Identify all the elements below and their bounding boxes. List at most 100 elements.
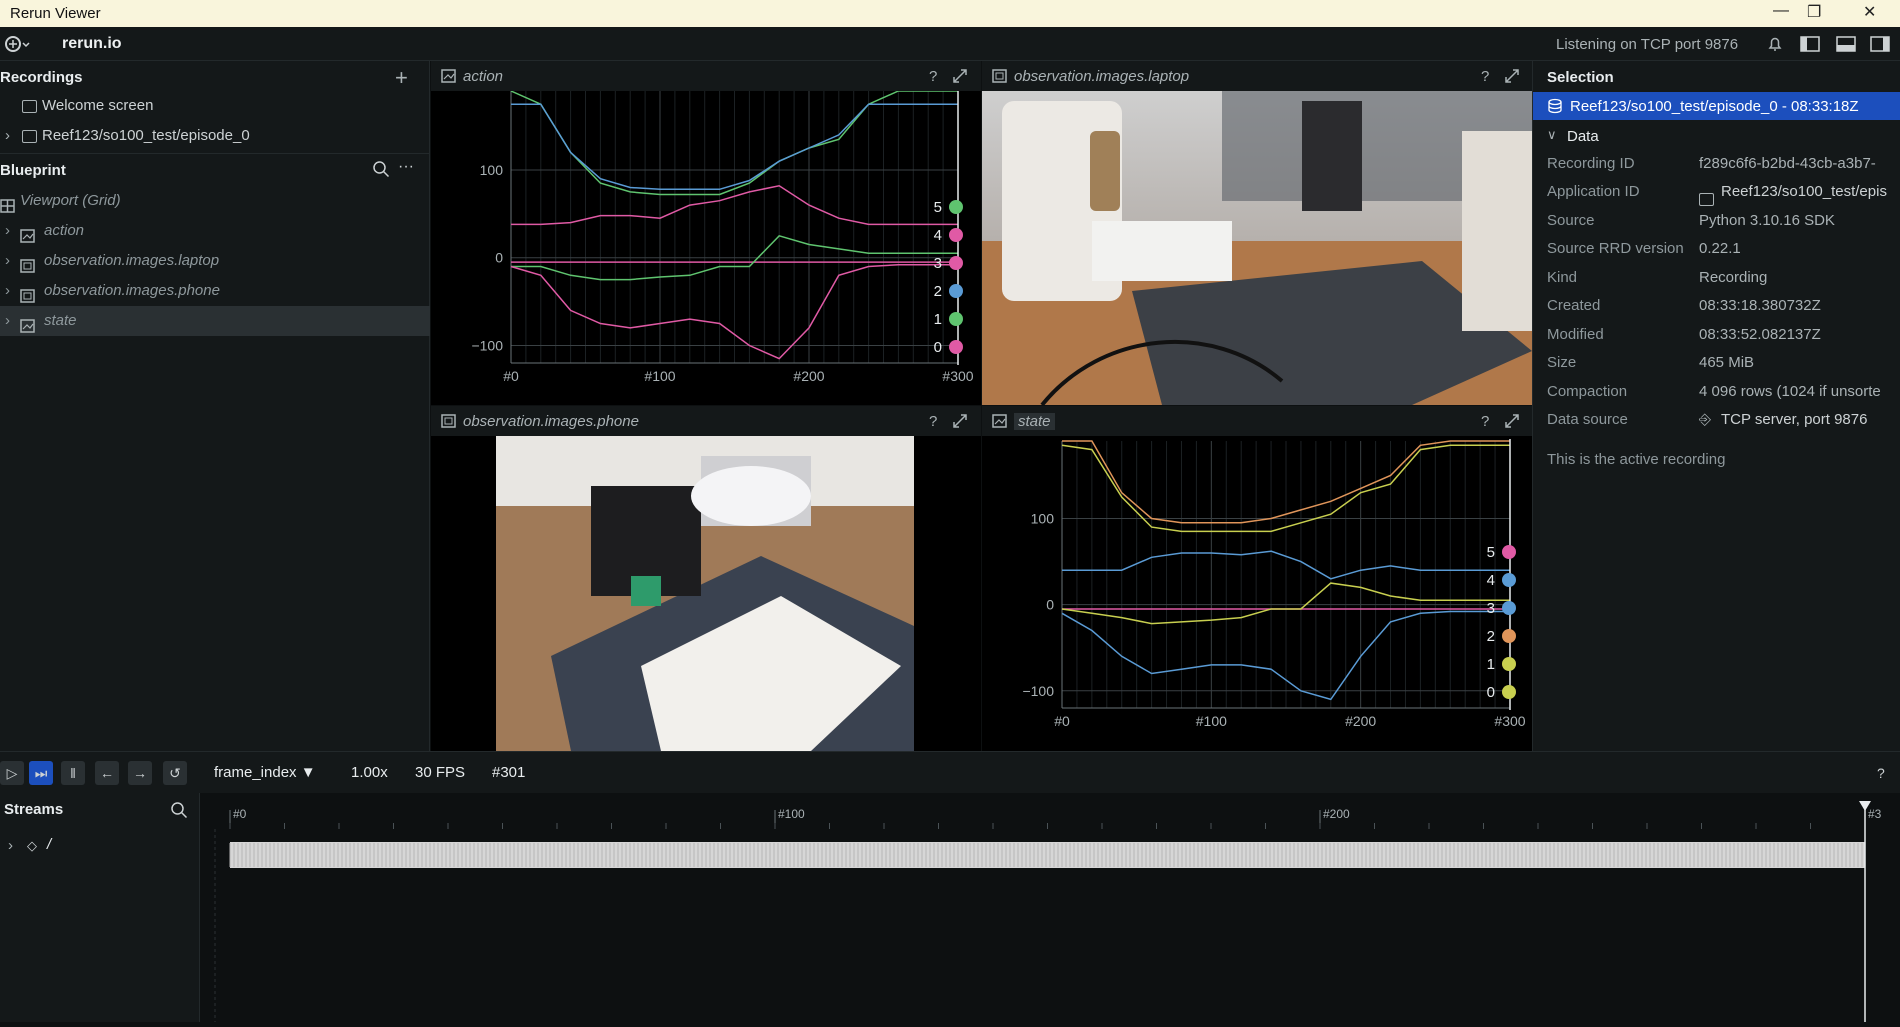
legend-dot-5 (949, 200, 963, 214)
chart-icon (441, 69, 456, 87)
action-line-chart[interactable]: −100 0 100 #0 #100 #200 #300 5 4 3 2 1 0 (431, 89, 981, 405)
help-icon[interactable]: ? (1481, 413, 1489, 430)
info-key: Kind (1547, 269, 1578, 286)
maximize-icon[interactable] (1503, 67, 1521, 89)
plus-icon[interactable]: + (395, 65, 408, 91)
playback-speed[interactable]: 1.00x (351, 764, 388, 781)
bell-icon[interactable] (1766, 35, 1784, 58)
legend-label: 2 (1487, 628, 1495, 645)
timeline-tick-label: #100 (778, 807, 805, 821)
blueprint-item-label: Viewport (Grid) (20, 192, 121, 209)
maximize-icon[interactable] (1503, 412, 1521, 434)
chevron-right-icon[interactable]: › (5, 216, 10, 246)
blueprint-item-label: observation.images.phone (44, 282, 220, 299)
info-row: Kind Recording (1533, 264, 1900, 292)
blueprint-item-phone[interactable]: › observation.images.phone (0, 276, 430, 306)
chevron-right-icon[interactable]: › (5, 246, 10, 276)
toggle-right-panel-icon[interactable] (1870, 35, 1890, 58)
data-density-bar (230, 842, 1865, 868)
panel-header-laptop: observation.images.laptop ? (982, 61, 1532, 91)
close-button[interactable]: ✕ (1863, 2, 1876, 22)
blueprint-item-action[interactable]: › action (0, 216, 430, 246)
timeline-selector[interactable]: frame_index ▼ (214, 764, 316, 781)
info-key: Source RRD version (1547, 240, 1684, 257)
info-row: Created 08:33:18.380732Z (1533, 292, 1900, 320)
laptop-camera-image[interactable] (982, 91, 1532, 407)
loop-icon[interactable]: ↺ (163, 761, 187, 785)
maximize-icon[interactable] (951, 412, 969, 434)
recording-item-welcome[interactable]: Welcome screen (0, 91, 430, 121)
app-logo[interactable]: rerun.io (62, 35, 122, 53)
pause-icon[interactable]: ‖ (61, 761, 85, 785)
info-key: Recording ID (1547, 155, 1635, 172)
stream-root[interactable]: / (47, 836, 51, 853)
maximize-icon[interactable] (951, 67, 969, 89)
state-plot-area[interactable]: −100 0 100 #0 #100 #200 #300 5 4 3 2 1 0 (982, 436, 1532, 751)
chart-icon (992, 414, 1007, 432)
chevron-right-icon[interactable]: › (5, 121, 10, 151)
data-section-toggle[interactable]: ∨ Data (1533, 122, 1900, 150)
blueprint-item-laptop[interactable]: › observation.images.laptop (0, 246, 430, 276)
search-icon[interactable] (170, 801, 188, 824)
step-forward-icon[interactable]: → (128, 761, 152, 785)
play-icon[interactable]: ▷ (0, 761, 24, 785)
legend-label: 1 (934, 311, 942, 328)
recording-item-episode[interactable]: › Reef123/so100_test/episode_0 (0, 121, 430, 151)
restore-button[interactable]: ❐ (1807, 2, 1821, 22)
info-row: Source RRD version 0.22.1 (1533, 235, 1900, 263)
info-key: Modified (1547, 326, 1604, 343)
blueprint-item-label: state (44, 312, 77, 329)
legend-label: 4 (934, 227, 942, 244)
more-icon[interactable]: ··· (398, 158, 414, 176)
rerun-menu-icon[interactable] (4, 35, 30, 58)
legend-dot-3 (949, 256, 963, 270)
blueprint-item-viewport[interactable]: Viewport (Grid) (0, 186, 430, 216)
connection-status: Listening on TCP port 9876 (1556, 36, 1739, 53)
search-icon[interactable] (372, 160, 390, 182)
help-icon[interactable]: ? (1481, 68, 1489, 85)
chevron-right-icon[interactable]: › (5, 276, 10, 306)
recordings-section: Recordings + (0, 63, 430, 93)
phone-camera-image[interactable] (431, 436, 981, 751)
recording-label: Welcome screen (42, 97, 154, 114)
panel-title: state (1014, 413, 1055, 430)
x-tick-label: #100 (644, 368, 675, 384)
help-icon[interactable]: ? (929, 68, 937, 85)
legend-dot-2 (949, 284, 963, 298)
blueprint-item-state[interactable]: › state (0, 306, 430, 336)
legend-label: 2 (934, 283, 942, 300)
info-value[interactable]: Reef123/so100_test/epis (1721, 178, 1887, 206)
panel-header-state: state ? (982, 406, 1532, 436)
current-frame[interactable]: #301 (492, 764, 525, 781)
selected-recording[interactable]: Reef123/so100_test/episode_0 - 08:33:18Z (1533, 92, 1900, 120)
blueprint-item-label: observation.images.laptop (44, 252, 220, 269)
chevron-right-icon[interactable]: › (5, 306, 10, 336)
left-sidebar: Recordings + Welcome screen › Reef123/so… (0, 61, 430, 751)
legend-dot-2 (1502, 629, 1516, 643)
streams-panel: Streams › ◇ / (0, 793, 200, 1022)
info-key: Application ID (1547, 183, 1640, 200)
help-icon[interactable]: ? (929, 413, 937, 430)
screen-icon (22, 99, 37, 113)
top-toolbar: rerun.io Listening on TCP port 9876 (0, 27, 1900, 61)
state-line-chart[interactable]: −100 0 100 #0 #100 #200 #300 5 4 3 2 1 0 (982, 436, 1532, 751)
info-row: Recording ID f289c6f6-b2bd-43cb-a3b7- (1533, 150, 1900, 178)
info-row: Size 465 MiB (1533, 349, 1900, 377)
chevron-right-icon[interactable]: › (8, 837, 13, 854)
timeline-tick-label: #200 (1323, 807, 1350, 821)
action-plot-area[interactable]: −100 0 100 #0 #100 #200 #300 5 4 3 2 1 0 (431, 89, 981, 405)
help-icon[interactable]: ? (1877, 765, 1885, 781)
toggle-left-panel-icon[interactable] (1800, 35, 1820, 58)
info-value: f289c6f6-b2bd-43cb-a3b7- (1699, 155, 1876, 172)
chevron-down-icon: ∨ (1547, 127, 1557, 142)
toggle-bottom-panel-icon[interactable] (1836, 35, 1856, 58)
follow-icon[interactable]: ⏭ (29, 761, 53, 785)
info-row: Source Python 3.10.16 SDK (1533, 207, 1900, 235)
info-row: Compaction 4 096 rows (1024 if unsorte (1533, 378, 1900, 406)
legend-label: 0 (934, 339, 942, 356)
info-value: TCP server, port 9876 (1721, 411, 1868, 428)
minimize-button[interactable]: — (1773, 2, 1789, 20)
fps-setting[interactable]: 30 FPS (415, 764, 465, 781)
step-back-icon[interactable]: ← (95, 761, 119, 785)
timeline-area[interactable]: #0 #100 #200 #3 (200, 793, 1900, 1022)
